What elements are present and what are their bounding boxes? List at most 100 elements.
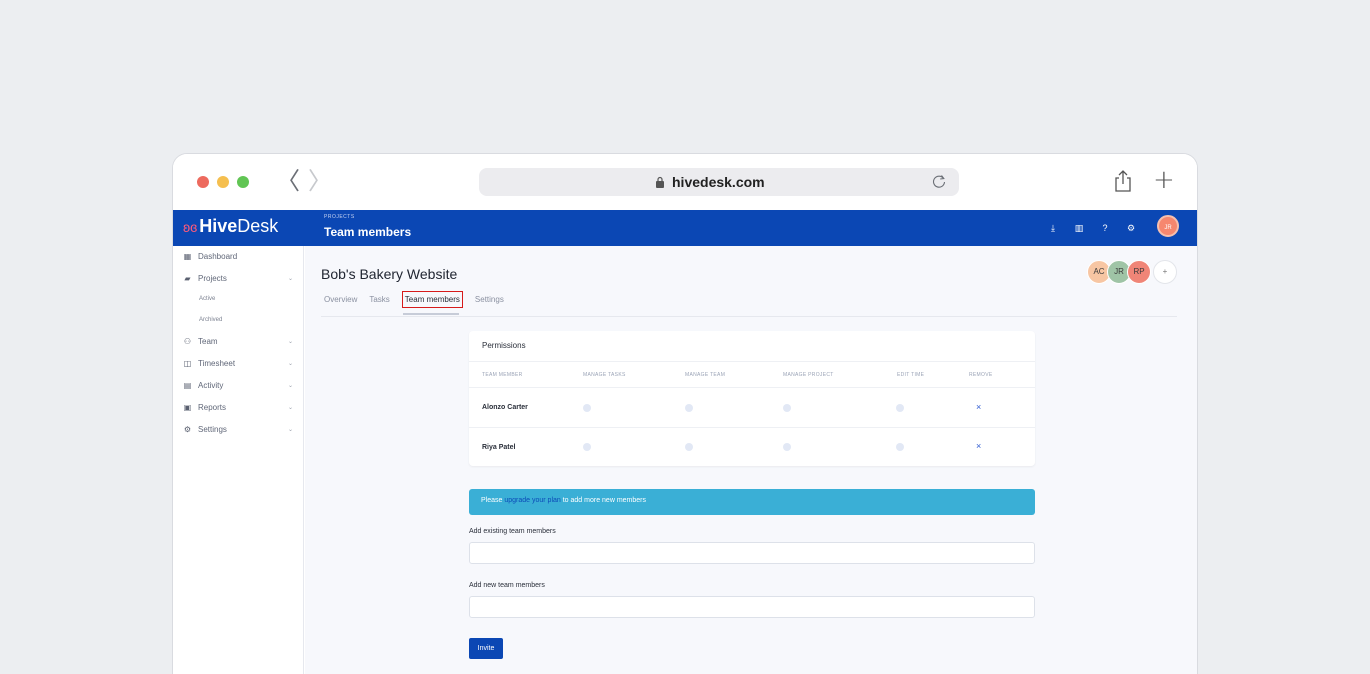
column-header: MANAGE TASKS <box>583 372 626 378</box>
forward-button[interactable]: 〉 <box>308 168 332 194</box>
column-header: TEAM MEMBER <box>482 372 523 378</box>
app-header: ʚɞ HiveDesk PROJECTS Team members ⤓ ▥ ? ⚙… <box>173 210 1197 246</box>
new-members-input[interactable] <box>469 596 1035 618</box>
new-members-label: Add new team members <box>469 582 545 589</box>
sidebar-subitem-archived[interactable]: Archived <box>199 317 222 323</box>
chevron-down-icon: ⌄ <box>287 361 293 367</box>
avatar[interactable]: RP <box>1127 260 1151 284</box>
divider <box>469 427 1035 428</box>
sidebar: ▦ Dashboard ▰ Projects ⌄ Active Archived… <box>173 246 304 674</box>
url-text: hivedesk.com <box>672 174 765 190</box>
sidebar-item-dashboard[interactable]: ▦ Dashboard <box>183 252 293 261</box>
dashboard-icon: ▦ <box>183 252 192 261</box>
alert-text: to add more new members <box>560 497 646 504</box>
edit-time-checkbox[interactable] <box>896 443 904 451</box>
chevron-down-icon: ⌄ <box>287 383 293 389</box>
sidebar-item-settings[interactable]: ⚙ Settings ⌄ <box>183 425 293 434</box>
tab-overview[interactable]: Overview <box>324 295 357 308</box>
sidebar-item-team[interactable]: ⚇ Team ⌄ <box>183 337 293 346</box>
sidebar-item-label: Settings <box>198 425 227 434</box>
download-icon[interactable]: ⤓ <box>1047 222 1059 234</box>
reports-icon: ▣ <box>183 403 192 412</box>
project-tabs: Overview Tasks Team members Settings <box>324 291 516 308</box>
chevron-down-icon: ⌄ <box>287 427 293 433</box>
add-member-button[interactable]: + <box>1153 260 1177 284</box>
browser-toolbar: 〈 〉 hivedesk.com + <box>173 154 1197 210</box>
column-header: EDIT TIME <box>897 372 925 378</box>
upgrade-plan-link[interactable]: upgrade your plan <box>504 497 560 504</box>
tab-tasks[interactable]: Tasks <box>369 295 389 308</box>
sidebar-subitem-active[interactable]: Active <box>199 296 215 302</box>
timesheet-icon: ◫ <box>183 359 192 368</box>
edit-time-checkbox[interactable] <box>896 404 904 412</box>
maximize-window-button[interactable] <box>237 176 249 188</box>
sidebar-item-activity[interactable]: ▤ Activity ⌄ <box>183 381 293 390</box>
sidebar-item-label: Dashboard <box>198 252 238 261</box>
upgrade-alert: Please upgrade your plan to add more new… <box>469 489 1035 515</box>
manage-tasks-checkbox[interactable] <box>583 443 591 451</box>
settings-icon[interactable]: ⚙ <box>1125 222 1137 234</box>
tab-team-members[interactable]: Team members <box>401 291 463 308</box>
reload-icon[interactable] <box>931 173 947 189</box>
chevron-down-icon: ⌄ <box>287 276 293 282</box>
invite-button[interactable]: Invite <box>469 638 503 659</box>
help-icon[interactable]: ? <box>1099 222 1111 234</box>
manage-team-checkbox[interactable] <box>685 404 693 412</box>
share-icon[interactable] <box>1114 170 1132 192</box>
permissions-card: Permissions TEAM MEMBER MANAGE TASKS MAN… <box>469 331 1035 466</box>
sidebar-item-label: Projects <box>198 274 227 283</box>
page-title: Team members <box>324 225 412 239</box>
minimize-window-button[interactable] <box>217 176 229 188</box>
tabs-divider <box>321 316 1177 317</box>
chevron-down-icon: ⌄ <box>287 339 293 345</box>
permissions-title: Permissions <box>482 341 526 350</box>
address-bar[interactable]: hivedesk.com <box>479 168 959 196</box>
sidebar-item-label: Reports <box>198 403 227 412</box>
folder-icon: ▰ <box>184 274 191 283</box>
close-window-button[interactable] <box>197 176 209 188</box>
divider <box>469 387 1035 388</box>
sidebar-item-timesheet[interactable]: ◫ Timesheet ⌄ <box>183 359 293 368</box>
new-tab-button[interactable]: + <box>1153 166 1175 194</box>
sidebar-item-reports[interactable]: ▣ Reports ⌄ <box>183 403 293 412</box>
logo-desk-text: Desk <box>237 216 279 236</box>
chevron-down-icon: ⌄ <box>287 405 293 411</box>
sidebar-item-label: Team <box>198 337 218 346</box>
active-tab-indicator <box>403 313 459 315</box>
sidebar-item-label: Timesheet <box>198 359 236 368</box>
team-icon: ⚇ <box>183 337 192 346</box>
column-header: MANAGE PROJECT <box>783 372 834 378</box>
remove-member-button[interactable]: × <box>976 441 981 451</box>
member-name: Riya Patel <box>482 444 516 451</box>
header-actions: ⤓ ▥ ? ⚙ <box>1047 222 1137 234</box>
existing-members-input[interactable] <box>469 542 1035 564</box>
manage-tasks-checkbox[interactable] <box>583 404 591 412</box>
existing-members-label: Add existing team members <box>469 528 556 535</box>
member-name: Alonzo Carter <box>482 404 528 411</box>
sidebar-item-projects[interactable]: ▰ Projects ⌄ <box>183 274 293 283</box>
logo-mark-icon: ʚɞ <box>183 219 198 235</box>
breadcrumb-section[interactable]: PROJECTS <box>324 214 355 220</box>
lock-icon <box>656 176 664 188</box>
main-content: Bob's Bakery Website AC JR RP + Overview… <box>305 246 1197 674</box>
settings-icon: ⚙ <box>183 425 192 434</box>
manage-project-checkbox[interactable] <box>783 404 791 412</box>
user-avatar[interactable]: JR <box>1157 215 1179 237</box>
book-icon[interactable]: ▥ <box>1073 222 1085 234</box>
project-members-avatars: AC JR RP + <box>1087 260 1177 284</box>
divider <box>469 361 1035 362</box>
column-header: MANAGE TEAM <box>685 372 726 378</box>
sidebar-item-label: Activity <box>198 381 224 390</box>
remove-member-button[interactable]: × <box>976 402 981 412</box>
back-button[interactable]: 〈 <box>276 168 300 194</box>
hivedesk-logo[interactable]: ʚɞ HiveDesk <box>183 216 278 237</box>
manage-project-checkbox[interactable] <box>783 443 791 451</box>
browser-window: 〈 〉 hivedesk.com + ʚɞ HiveDesk PROJECTS T… <box>173 154 1197 674</box>
logo-hive-text: Hive <box>199 216 238 236</box>
tab-settings[interactable]: Settings <box>475 295 504 308</box>
project-title: Bob's Bakery Website <box>321 266 458 282</box>
column-header: REMOVE <box>969 372 993 378</box>
alert-text: Please <box>481 497 505 504</box>
activity-icon: ▤ <box>183 381 192 390</box>
manage-team-checkbox[interactable] <box>685 443 693 451</box>
